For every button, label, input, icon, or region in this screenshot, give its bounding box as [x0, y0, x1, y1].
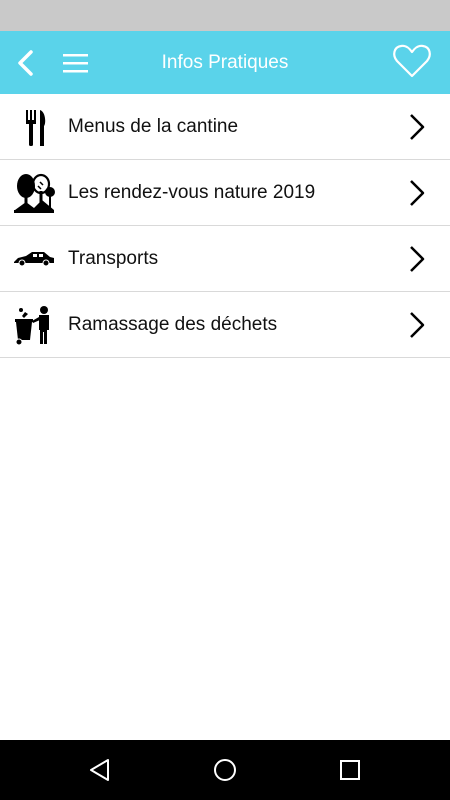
info-list: Menus de la cantine Les rendez-vous natu… — [0, 94, 450, 358]
car-icon — [12, 238, 56, 280]
triangle-back-icon[interactable] — [87, 757, 113, 783]
trash-disposal-icon — [12, 304, 56, 346]
trees-icon — [12, 172, 56, 214]
list-item-label: Les rendez-vous nature 2019 — [68, 182, 316, 203]
list-item-ramassage-dechets[interactable]: Ramassage des déchets — [0, 292, 450, 358]
fork-knife-icon — [12, 106, 56, 148]
page-title: Infos Pratiques — [161, 52, 289, 73]
chevron-right-icon — [406, 311, 428, 339]
status-bar — [0, 0, 450, 31]
list-item-transports[interactable]: Transports — [0, 226, 450, 292]
list-item-label: Ramassage des déchets — [68, 314, 278, 335]
chevron-right-icon — [406, 245, 428, 273]
square-recents-icon[interactable] — [337, 757, 363, 783]
circle-home-icon[interactable] — [212, 757, 238, 783]
chevron-right-icon — [406, 179, 428, 207]
chevron-right-icon — [406, 113, 428, 141]
list-item-label: Transports — [68, 248, 159, 269]
list-item-rendez-vous-nature[interactable]: Les rendez-vous nature 2019 — [0, 160, 450, 226]
system-nav-bar — [0, 740, 450, 800]
list-item-label: Menus de la cantine — [68, 116, 239, 137]
list-item-menus-cantine[interactable]: Menus de la cantine — [0, 94, 450, 160]
app-bar: Infos Pratiques — [0, 31, 450, 94]
heart-outline-icon[interactable] — [392, 43, 432, 79]
